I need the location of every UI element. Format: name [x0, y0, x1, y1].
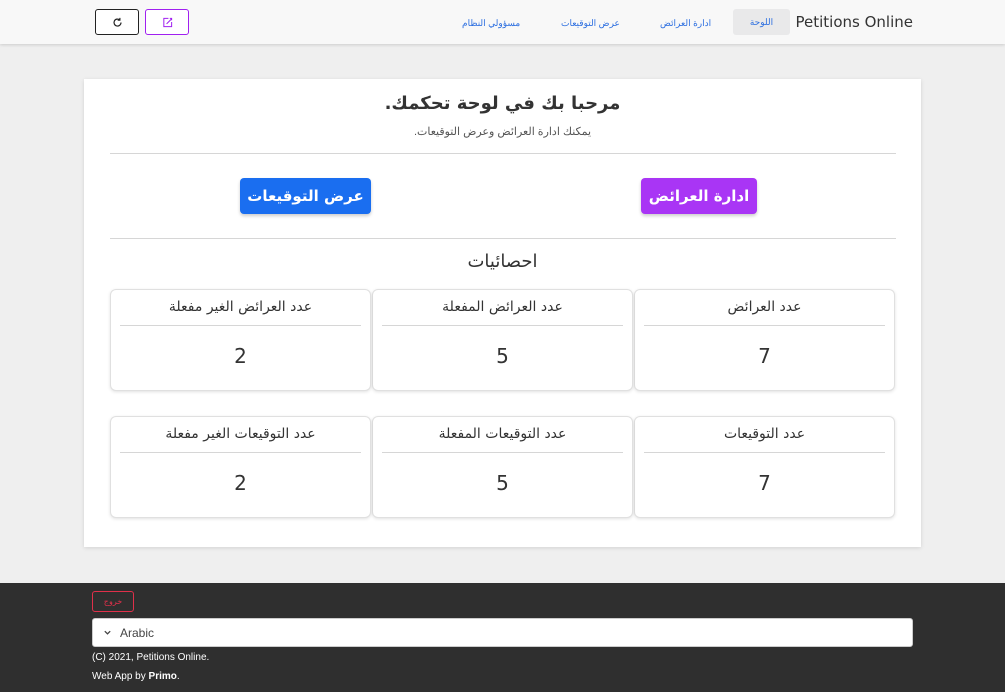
stat-card-signatures-inactive: عدد التوقيعات الغير مفعلة 2 [110, 416, 371, 518]
divider [382, 325, 623, 326]
nav-link-dashboard[interactable]: اللوحة [733, 9, 790, 35]
stat-value: 5 [496, 471, 509, 495]
edit-button[interactable] [145, 9, 189, 35]
welcome-subtitle: يمكنك ادارة العرائض وعرض التوقيعات. [413, 126, 592, 138]
stat-card-petitions-total: عدد العرائض 7 [634, 289, 895, 391]
footer: خروج Arabic (C) 2021, Petitions Online. … [0, 583, 1005, 692]
logout-button[interactable]: خروج [92, 591, 134, 612]
divider [120, 452, 361, 453]
language-select-value: Arabic [120, 625, 155, 640]
chevron-down-icon [103, 628, 112, 637]
stat-card-signatures-active: عدد التوقيعات المفعلة 5 [372, 416, 633, 518]
stat-value: 7 [758, 344, 771, 368]
stat-value: 7 [758, 471, 771, 495]
divider [120, 325, 361, 326]
credit-suffix: . [176, 671, 180, 682]
nav-link-view-signatures[interactable]: عرض التوقيعات [561, 18, 620, 29]
manage-petitions-button[interactable]: ادارة العرائض [641, 178, 757, 214]
divider [110, 153, 896, 154]
copyright-text: (C) 2021, Petitions Online. [92, 652, 210, 663]
divider [644, 452, 885, 453]
language-select[interactable]: Arabic [92, 618, 913, 647]
stat-label: عدد التوقيعات [723, 426, 806, 442]
welcome-title: مرحبا بك في لوحة تحكمك. [384, 93, 621, 114]
nav-link-manage-petitions[interactable]: ادارة العرائض [660, 18, 711, 29]
top-navbar: Petitions Online اللوحة ادارة العرائض عر… [0, 0, 1005, 44]
view-signatures-button[interactable]: عرض التوقيعات [240, 178, 371, 214]
stat-value: 2 [234, 344, 247, 368]
stat-card-petitions-active: عدد العرائض المفعلة 5 [372, 289, 633, 391]
stat-label: عدد العرائض الغير مفعلة [168, 299, 313, 315]
stat-card-petitions-inactive: عدد العرائض الغير مفعلة 2 [110, 289, 371, 391]
stat-label: عدد التوقيعات المفعلة [438, 426, 567, 442]
stat-label: عدد العرائض المفعلة [442, 299, 563, 315]
stat-label: عدد العرائض [727, 299, 802, 315]
stats-title: احصائيات [467, 251, 538, 272]
divider [644, 325, 885, 326]
edit-icon [162, 17, 172, 27]
stat-card-signatures-total: عدد التوقيعات 7 [634, 416, 895, 518]
divider [382, 452, 623, 453]
dashboard-card: مرحبا بك في لوحة تحكمك. يمكنك ادارة العر… [84, 79, 921, 547]
stat-label: عدد التوقيعات الغير مفعلة [165, 426, 316, 442]
refresh-button[interactable] [95, 9, 139, 35]
nav-link-admins[interactable]: مسؤولي النظام [462, 18, 520, 29]
credit-name[interactable]: Primo [149, 671, 177, 682]
brand-title[interactable]: Petitions Online [796, 13, 914, 31]
stat-value: 2 [234, 471, 247, 495]
credit-prefix: Web App by [92, 671, 149, 682]
divider [110, 238, 896, 239]
refresh-icon [112, 17, 122, 27]
stat-value: 5 [496, 344, 509, 368]
credit-text: Web App by Primo. [92, 671, 180, 682]
